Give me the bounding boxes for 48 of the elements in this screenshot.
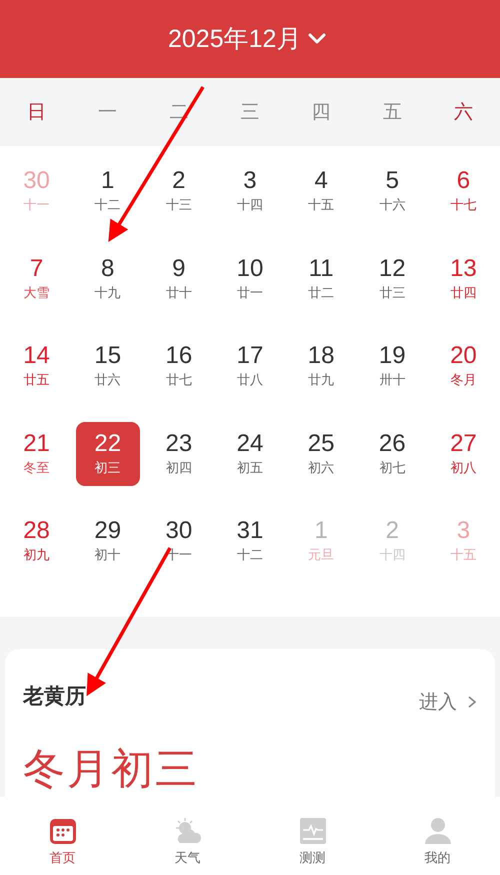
day-cell[interactable]: 14 廿五 [4,334,69,399]
day-cell[interactable]: 12 廿三 [360,247,424,312]
chevron-right-icon [467,695,477,709]
weekday-label: 五 [382,100,402,125]
day-cell[interactable]: 19 卅十 [360,334,424,399]
day-cell[interactable]: 28 初九 [4,510,69,574]
day-cell[interactable]: 31 十二 [218,510,282,574]
nav-tab[interactable]: 我的 [375,797,500,875]
day-cell[interactable]: 21 冬至 [4,422,69,486]
day-cell[interactable]: 26 初七 [360,422,424,486]
nav-tab[interactable]: 天气 [125,797,250,875]
day-cell[interactable]: 4 十五 [289,160,354,224]
day-cell[interactable]: 20 冬月 [431,334,496,399]
chevron-down-icon [307,32,328,46]
day-cell[interactable]: 2 十三 [146,160,211,224]
card-title: 老黄历 [23,683,86,710]
nav-tab[interactable]: 测测 [250,797,375,875]
day-cell[interactable]: 1 十二 [76,160,140,224]
day-cell[interactable]: 5 十六 [360,160,424,224]
day-cell[interactable]: 17 廿八 [218,334,282,399]
day-cell[interactable]: 3 十四 [218,160,282,224]
day-cell[interactable]: 7 大雪 [4,247,69,312]
day-cell[interactable]: 29 初十 [76,510,140,574]
day-cell[interactable]: 13 廿四 [431,247,496,312]
day-cell[interactable]: 24 初五 [218,422,282,486]
day-cell[interactable]: 15 廿六 [76,334,140,399]
day-cell[interactable]: 22 初三 [76,422,140,486]
enter-link[interactable]: 进入 [419,689,477,715]
day-cell[interactable]: 16 廿七 [146,334,211,399]
nav-tab[interactable]: 首页 [0,797,125,875]
weekday-label: 三 [240,100,260,125]
person-icon [422,816,452,846]
monitor-icon [298,816,328,846]
day-cell[interactable]: 6 十七 [431,160,496,224]
weekday-label: 日 [27,100,46,125]
day-cell[interactable]: 27 初八 [431,422,496,486]
month-picker[interactable]: 2025年12月 [168,22,328,56]
day-cell[interactable]: 23 初四 [146,422,211,486]
day-cell[interactable]: 9 廿十 [146,247,211,312]
weekday-label: 一 [98,100,118,125]
weekday-label: 四 [312,100,331,125]
weekday-label: 六 [454,100,473,125]
day-cell[interactable]: 11 廿二 [289,247,354,312]
day-cell[interactable]: 8 十九 [76,247,140,312]
day-cell[interactable]: 25 初六 [289,422,354,486]
lunar-date: 冬月初三 [23,743,199,795]
day-cell[interactable]: 18 廿九 [289,334,354,399]
day-cell[interactable]: 10 廿一 [218,247,282,312]
